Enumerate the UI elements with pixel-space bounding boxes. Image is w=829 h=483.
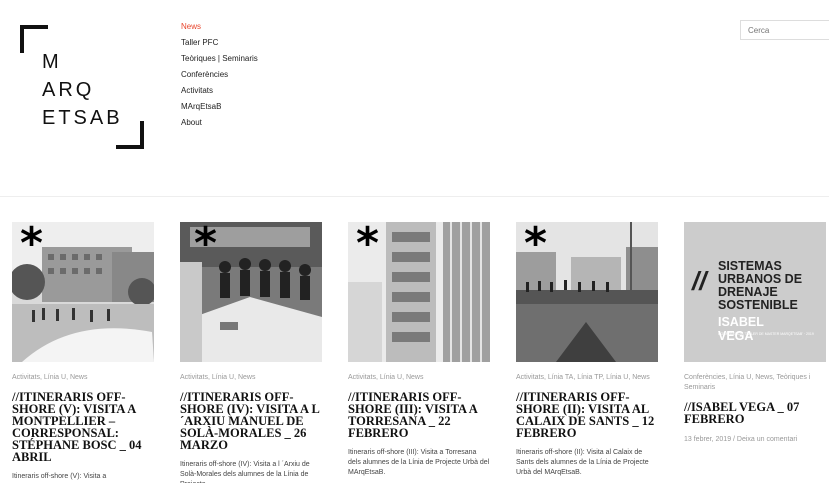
post-categories[interactable]: Activitats, Línia U, News (12, 373, 154, 383)
header-divider (0, 196, 829, 197)
post-thumbnail[interactable]: // SISTEMAS URBANOS DE DRENAJE SOSTENIBL… (684, 222, 826, 362)
logo-line-2: ARQ (42, 79, 95, 101)
post-excerpt: Itineraris off-shore (V): Visita a (12, 473, 107, 480)
post-card: * Activitats, Línia U, News //Itineraris… (180, 222, 322, 483)
post-excerpt: Itineraris off-shore (II): Visita al Cal… (516, 449, 649, 476)
nav-item-conferencies[interactable]: Conferències (181, 67, 258, 83)
post-meta[interactable]: 13 febrer, 2019 / Deixa un comentari (684, 435, 826, 445)
logo-corner-bottom-right (116, 121, 144, 149)
post-card: * Activitats, Línia U, News //Itineraris… (348, 222, 490, 478)
nav-item-marqetsab[interactable]: MArqEtsaB (181, 99, 258, 115)
post-card: // SISTEMAS URBANOS DE DRENAJE SOSTENIBL… (684, 222, 826, 445)
post-categories[interactable]: Conferències, Línia U, News, Teòriques i… (684, 373, 826, 393)
site-logo[interactable]: M ARQ ETSAB (20, 25, 150, 155)
nav-item-about[interactable]: About (181, 115, 258, 131)
post-excerpt: Itineraris off-shore (III): Visita a Tor… (348, 449, 490, 476)
poster-title: SISTEMAS URBANOS DE DRENAJE SOSTENIBLE (718, 259, 803, 312)
nav-item-news[interactable]: News (181, 19, 258, 35)
post-thumbnail[interactable]: * (12, 222, 154, 362)
nav-item-taller-pfc[interactable]: Taller PFC (181, 35, 258, 51)
post-title[interactable]: //Itineraris off-shore (IV): VISITA A L´… (180, 391, 322, 452)
nav-item-teoriques[interactable]: Teòriques | Seminaris (181, 51, 258, 67)
post-title[interactable]: //Itineraris off-shore (II): VISITA AL C… (516, 391, 658, 440)
nav-item-activitats[interactable]: Activitats (181, 83, 258, 99)
post-title[interactable]: //ISABEL VEGA _ 07 FEBRERO (684, 401, 826, 426)
poster-caption: CONFERENCIA 'TALLER DE MASTER MARQETSAB'… (718, 332, 814, 336)
post-card: * Activitats, Línia U, News //Itineraris… (12, 222, 154, 482)
post-card: * Activitats, Línia TA, Línia TP, Línia … (516, 222, 658, 478)
post-categories[interactable]: Activitats, Línia U, News (348, 373, 490, 383)
post-thumbnail[interactable]: * (180, 222, 322, 362)
logo-line-1: M (42, 51, 62, 73)
post-categories[interactable]: Activitats, Línia U, News (180, 373, 322, 383)
main-nav: News Taller PFC Teòriques | Seminaris Co… (181, 19, 258, 131)
asterisk-icon: * (194, 222, 218, 269)
post-categories[interactable]: Activitats, Línia TA, Línia TP, Línia U,… (516, 373, 658, 383)
post-thumbnail[interactable]: * (348, 222, 490, 362)
post-title[interactable]: //Itineraris off-shore (V): VISITA A MON… (12, 391, 154, 464)
poster-slashes: // (692, 266, 707, 296)
asterisk-icon: * (20, 222, 44, 269)
post-excerpt: Itineraris off-shore (IV): Visita a l ´A… (180, 461, 310, 483)
post-thumbnail[interactable]: * (516, 222, 658, 362)
asterisk-icon: * (524, 222, 548, 269)
logo-corner-top-left (20, 25, 48, 53)
search-input[interactable] (740, 20, 829, 40)
asterisk-icon: * (356, 222, 380, 269)
post-title[interactable]: //Itineraris off-shore (III): VISITA A T… (348, 391, 490, 440)
logo-line-3: ETSAB (42, 107, 123, 129)
poster-speaker: ISABEL VEGA (718, 315, 764, 343)
